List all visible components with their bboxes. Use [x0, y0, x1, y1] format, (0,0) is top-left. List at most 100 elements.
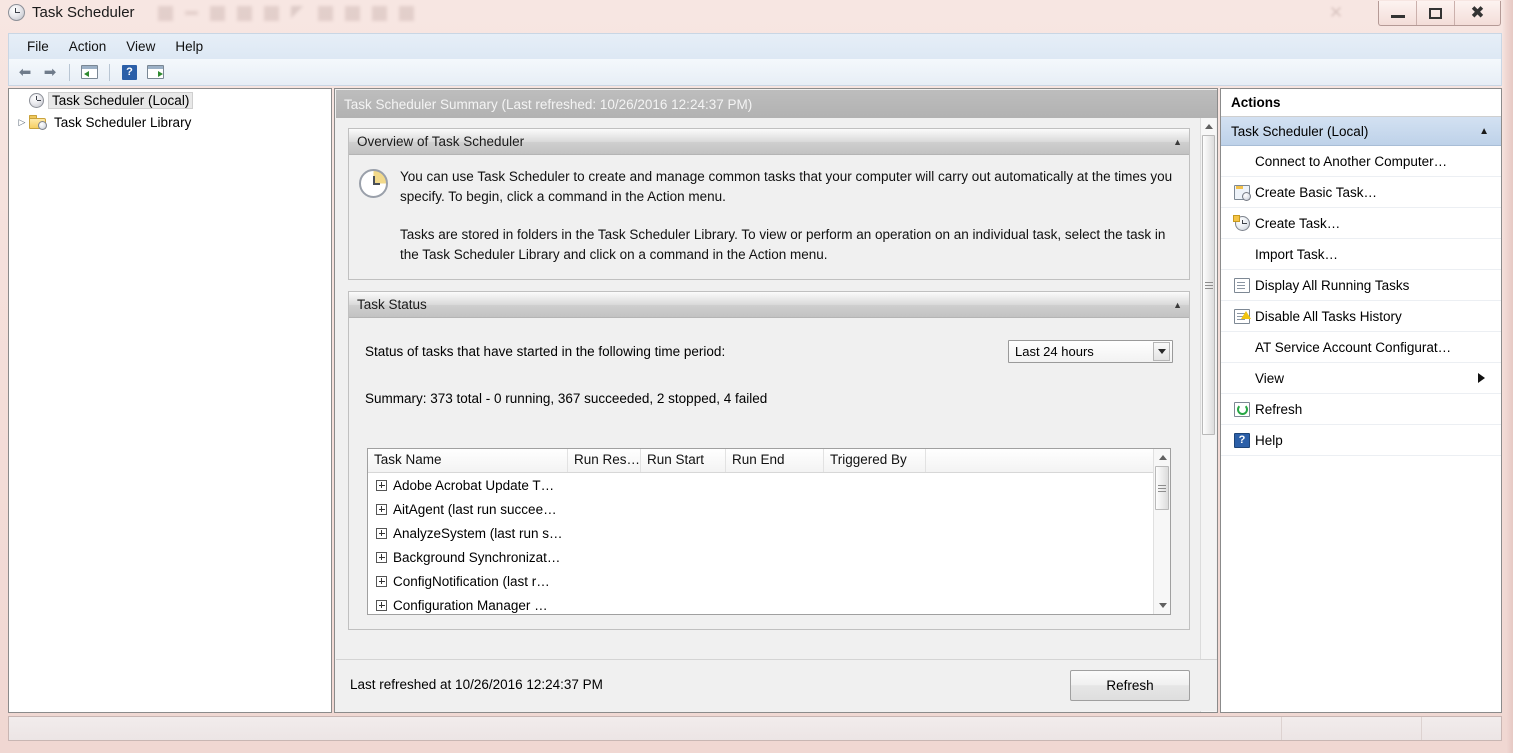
table-row[interactable]: AnalyzeSystem (last run s…	[368, 521, 1170, 545]
column-header-run-result[interactable]: Run Res…	[568, 449, 641, 472]
action-disable-all-tasks-history[interactable]: Disable All Tasks History	[1221, 301, 1501, 332]
tree-item-task-scheduler-local[interactable]: Task Scheduler (Local)	[9, 89, 331, 111]
expand-icon[interactable]	[376, 479, 387, 491]
scrollbar-grip	[1158, 483, 1166, 494]
clock-icon	[29, 92, 44, 108]
column-header-filler[interactable]	[926, 449, 1151, 472]
status-period-row: Status of tasks that have started in the…	[359, 340, 1179, 363]
menu-help[interactable]: Help	[165, 36, 213, 57]
task-status-group-header[interactable]: Task Status ▲	[349, 292, 1189, 318]
ghost-toolbar-icons	[158, 2, 414, 24]
action-import-task[interactable]: Import Task…	[1221, 239, 1501, 270]
chevron-up-icon[interactable]: ▲	[1479, 126, 1489, 137]
close-button[interactable]: ✖	[1455, 1, 1500, 25]
chevron-up-icon[interactable]: ▲	[1173, 137, 1182, 147]
clock-icon	[359, 169, 388, 198]
action-at-service-account-configuration[interactable]: AT Service Account Configurat…	[1221, 332, 1501, 363]
table-row[interactable]: Configuration Manager …	[368, 593, 1170, 614]
expand-icon[interactable]	[376, 527, 387, 539]
scrollbar-thumb[interactable]	[1155, 466, 1169, 510]
action-view[interactable]: View	[1221, 363, 1501, 394]
actions-pane: Actions Task Scheduler (Local) ▲ Connect…	[1220, 88, 1502, 713]
chevron-down-icon[interactable]	[1153, 342, 1170, 361]
ghost-icon	[345, 5, 360, 21]
show-hide-console-tree-icon[interactable]	[78, 62, 101, 82]
action-display-all-running-tasks[interactable]: Display All Running Tasks	[1221, 270, 1501, 301]
action-label: Disable All Tasks History	[1255, 308, 1402, 324]
task-name-cell: Configuration Manager …	[393, 597, 548, 613]
maximize-button[interactable]	[1417, 1, 1455, 25]
task-name-cell: AitAgent (last run succee…	[393, 501, 557, 517]
ghost-close-icon: ✕	[1328, 3, 1344, 22]
overview-group-title: Overview of Task Scheduler	[357, 134, 525, 149]
column-header-run-end[interactable]: Run End	[726, 449, 824, 472]
scroll-down-icon[interactable]	[1154, 597, 1170, 614]
menu-file[interactable]: File	[17, 36, 59, 57]
time-period-select[interactable]: Last 24 hours	[1008, 340, 1173, 363]
task-name-cell: Background Synchronizat…	[393, 549, 561, 565]
task-status-group-body: Status of tasks that have started in the…	[349, 318, 1189, 629]
tree-item-task-scheduler-library[interactable]: ▷ Task Scheduler Library	[9, 111, 331, 133]
table-body: Adobe Acrobat Update T… AitAgent (last r…	[368, 473, 1170, 614]
action-create-task[interactable]: Create Task…	[1221, 208, 1501, 239]
clock-icon	[8, 4, 25, 21]
table-row[interactable]: Background Synchronizat…	[368, 545, 1170, 569]
menu-view[interactable]: View	[116, 36, 165, 57]
task-summary-text: Summary: 373 total - 0 running, 367 succ…	[365, 391, 768, 406]
ghost-icon	[210, 5, 225, 21]
back-arrow-icon[interactable]: ⬅	[14, 62, 36, 82]
minimize-button[interactable]	[1379, 1, 1417, 25]
status-cell-1	[9, 717, 1282, 740]
tree-expander-icon[interactable]: ▷	[15, 117, 29, 128]
refresh-button[interactable]: Refresh	[1070, 670, 1190, 701]
help-icon[interactable]: ?	[118, 62, 141, 82]
action-refresh[interactable]: Refresh	[1221, 394, 1501, 425]
overview-paragraph-2: Tasks are stored in folders in the Task …	[400, 227, 1166, 262]
expand-icon[interactable]	[376, 551, 387, 563]
summary-footer: Last refreshed at 10/26/2016 12:24:37 PM…	[336, 659, 1217, 711]
status-cell-2	[1282, 717, 1422, 740]
action-create-basic-task[interactable]: Create Basic Task…	[1221, 177, 1501, 208]
action-connect-to-another-computer[interactable]: Connect to Another Computer…	[1221, 146, 1501, 177]
status-cell-3	[1422, 717, 1501, 740]
column-header-task-name[interactable]: Task Name	[368, 449, 568, 472]
ghost-icon	[158, 5, 173, 21]
expand-icon[interactable]	[376, 599, 387, 611]
time-period-value: Last 24 hours	[1015, 344, 1094, 359]
expand-icon[interactable]	[376, 575, 387, 587]
submenu-arrow-icon	[1478, 373, 1485, 383]
task-name-cell: Adobe Acrobat Update T…	[393, 477, 555, 493]
scroll-up-icon[interactable]	[1154, 449, 1170, 466]
maximize-icon	[1429, 7, 1442, 19]
table-header-row: Task Name Run Res… Run Start Run End Tri…	[368, 449, 1170, 473]
task-status-group: Task Status ▲ Status of tasks that have …	[348, 291, 1190, 630]
summary-pane-scrollbar[interactable]	[1200, 118, 1216, 712]
task-table-scrollbar[interactable]	[1153, 449, 1170, 614]
column-header-run-start[interactable]: Run Start	[641, 449, 726, 472]
window-controls: ✖	[1378, 1, 1501, 26]
ghost-icon	[372, 5, 387, 21]
expand-icon[interactable]	[376, 503, 387, 515]
task-name-cell: ConfigNotification (last r…	[393, 573, 550, 589]
table-row[interactable]: Adobe Acrobat Update T…	[368, 473, 1170, 497]
action-label: Refresh	[1255, 401, 1303, 417]
summary-header: Task Scheduler Summary (Last refreshed: …	[336, 90, 1217, 118]
show-hide-action-pane-icon[interactable]	[144, 62, 167, 82]
scroll-up-icon[interactable]	[1201, 118, 1216, 135]
ghost-icon	[185, 11, 198, 15]
overview-group-header[interactable]: Overview of Task Scheduler ▲	[349, 129, 1189, 155]
table-row[interactable]: ConfigNotification (last r…	[368, 569, 1170, 593]
table-row[interactable]: AitAgent (last run succee…	[368, 497, 1170, 521]
column-header-triggered-by[interactable]: Triggered By	[824, 449, 926, 472]
actions-pane-title: Actions	[1221, 89, 1501, 117]
ghost-icon	[291, 5, 306, 21]
action-help[interactable]: ? Help	[1221, 425, 1501, 456]
menu-action[interactable]: Action	[59, 36, 117, 57]
title-bar: Task Scheduler ✕ ✖	[0, 0, 1513, 30]
ghost-icon	[318, 5, 333, 21]
chevron-up-icon[interactable]: ▲	[1173, 300, 1182, 310]
disable-history-icon	[1229, 308, 1255, 324]
actions-group-header[interactable]: Task Scheduler (Local) ▲	[1221, 117, 1501, 146]
scrollbar-thumb[interactable]	[1202, 135, 1215, 435]
forward-arrow-icon[interactable]: ➡	[39, 62, 61, 82]
